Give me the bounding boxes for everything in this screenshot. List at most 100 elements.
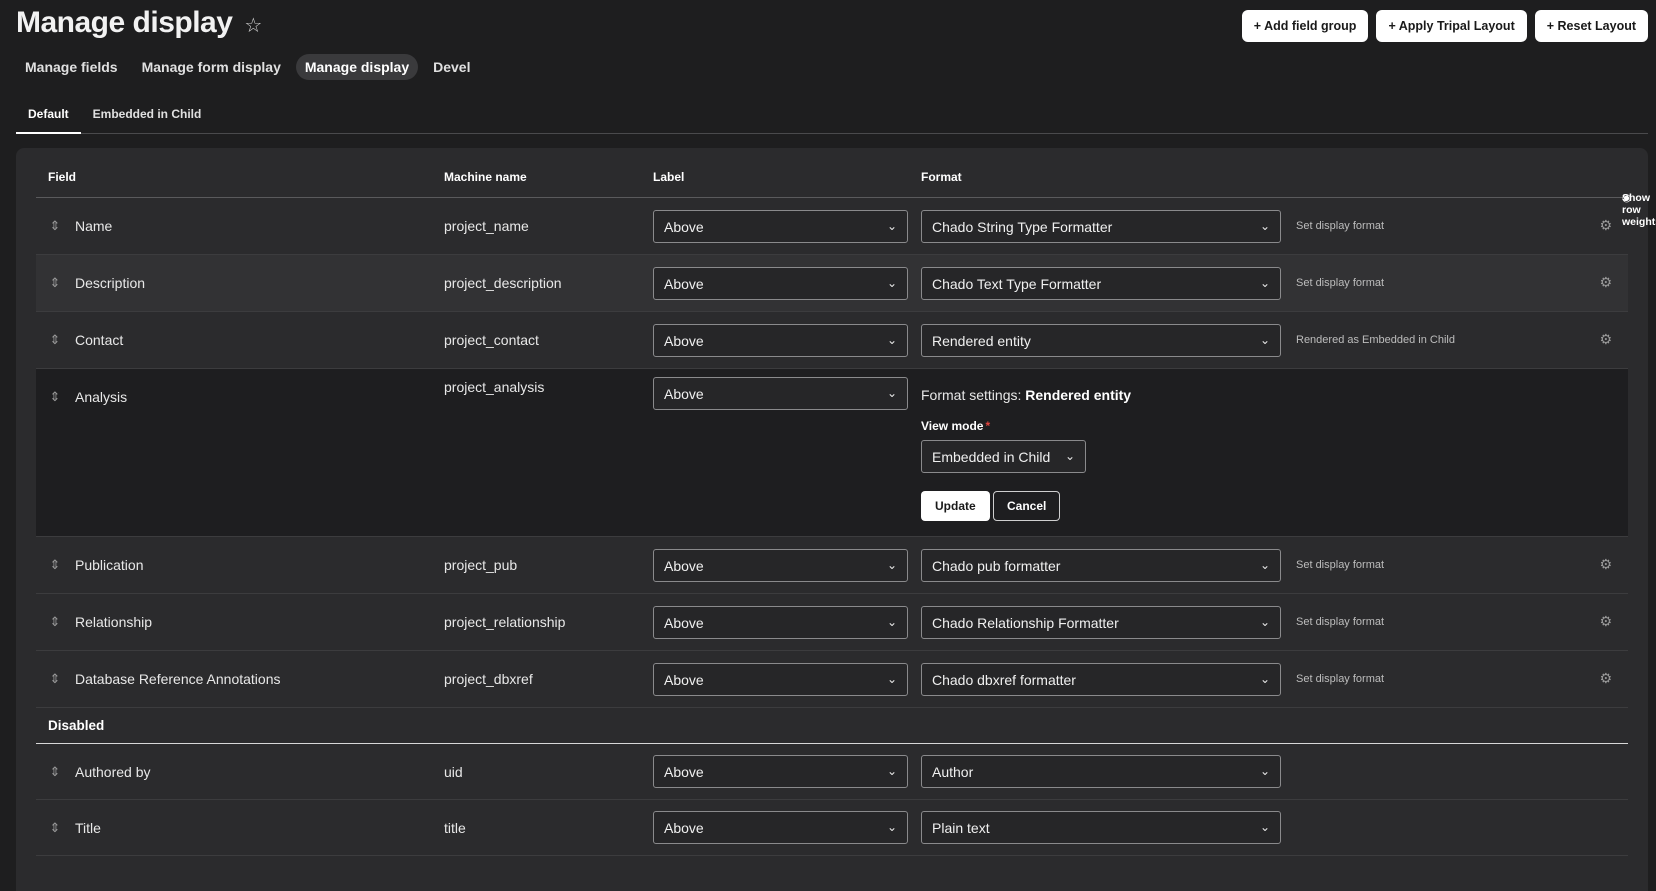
label-select[interactable]: Above ⌄ [653, 267, 908, 300]
table-row: ⇕ Contact project_contact Above ⌄ Rendere… [36, 312, 1628, 369]
format-select-value: Chado pub formatter [932, 557, 1061, 574]
drag-handle-icon[interactable]: ⇕ [48, 821, 62, 835]
label-select[interactable]: Above ⌄ [653, 210, 908, 243]
label-select-value: Above [664, 614, 704, 631]
chevron-down-icon: ⌄ [886, 386, 897, 400]
disabled-region-title: Disabled [48, 718, 105, 733]
chevron-down-icon: ⌄ [886, 672, 897, 686]
chevron-down-icon: ⌄ [886, 820, 897, 834]
format-settings-formatter: Rendered entity [1025, 387, 1132, 403]
machine-name: project_pub [444, 557, 518, 573]
star-icon[interactable]: ☆ [244, 13, 262, 38]
label-select[interactable]: Above ⌄ [653, 549, 908, 582]
format-select[interactable]: Author ⌄ [921, 755, 1281, 788]
table-row: ⇕ Relationship project_relationship Abov… [36, 594, 1628, 651]
format-settings-title: Format settings: Rendered entity [921, 387, 1131, 403]
table-row: ⇕ Database Reference Annotations project… [36, 651, 1628, 708]
view-mode-label-text: View mode [921, 419, 984, 433]
drag-handle-icon[interactable]: ⇕ [48, 558, 62, 572]
header-field: Field [48, 170, 77, 184]
drag-handle-icon[interactable]: ⇕ [48, 333, 62, 347]
fields-table: Field Machine name Label Format ◉ Show r… [36, 148, 1656, 856]
drag-handle-icon[interactable]: ⇕ [48, 219, 62, 233]
gear-icon[interactable]: ⚙ [1599, 331, 1612, 348]
label-select-value: Above [664, 763, 704, 780]
table-row: ⇕ Publication project_pub Above ⌄ Chado p… [36, 537, 1628, 594]
machine-name: project_name [444, 218, 529, 234]
tab-default[interactable]: Default [16, 96, 81, 134]
machine-name: project_analysis [444, 379, 545, 395]
format-settings-prefix: Format settings: [921, 387, 1022, 403]
drag-handle-icon[interactable]: ⇕ [48, 765, 62, 779]
drag-handle-icon[interactable]: ⇕ [48, 672, 62, 686]
format-select[interactable]: Plain text ⌄ [921, 811, 1281, 844]
label-select[interactable]: Above ⌄ [653, 324, 908, 357]
tab-embedded-in-child[interactable]: Embedded in Child [81, 96, 214, 134]
format-select[interactable]: Chado String Type Formatter ⌄ [921, 210, 1281, 243]
table-header: Field Machine name Label Format ◉ Show r… [36, 148, 1656, 228]
gear-icon[interactable]: ⚙ [1599, 670, 1612, 687]
table-row: ⇕ Name project_name Above ⌄ Chado String … [36, 198, 1628, 255]
label-select[interactable]: Above ⌄ [653, 755, 908, 788]
chevron-down-icon: ⌄ [1259, 672, 1270, 686]
format-select-value: Rendered entity [932, 332, 1031, 349]
table-row: ⇕ Title title Above ⌄ Plain text ⌄ [36, 800, 1628, 856]
add-field-group-button[interactable]: + Add field group [1241, 10, 1369, 42]
label-select[interactable]: Above ⌄ [653, 811, 908, 844]
label-select[interactable]: Above ⌄ [653, 377, 908, 410]
format-summary: Set display format [1296, 673, 1385, 685]
chevron-down-icon: ⌄ [886, 333, 897, 347]
format-select[interactable]: Chado pub formatter ⌄ [921, 549, 1281, 582]
chevron-down-icon: ⌄ [1259, 764, 1270, 778]
machine-name: project_relationship [444, 614, 566, 630]
format-select[interactable]: Chado Text Type Formatter ⌄ [921, 267, 1281, 300]
format-select[interactable]: Chado Relationship Formatter ⌄ [921, 606, 1281, 639]
primary-tabs: Manage fields Manage form display Manage… [16, 54, 479, 80]
secondary-tabs: Default Embedded in Child [16, 96, 1648, 134]
cancel-button[interactable]: Cancel [993, 491, 1061, 521]
format-select-value: Chado Text Type Formatter [932, 275, 1102, 292]
format-summary: Set display format [1296, 559, 1385, 571]
field-name: Description [75, 275, 146, 291]
machine-name: uid [444, 764, 463, 780]
label-select-value: Above [664, 557, 704, 574]
gear-icon[interactable]: ⚙ [1599, 613, 1612, 630]
drag-handle-icon[interactable]: ⇕ [48, 390, 62, 404]
view-mode-select[interactable]: Embedded in Child ⌄ [921, 440, 1086, 473]
display-panel: Field Machine name Label Format ◉ Show r… [16, 148, 1656, 891]
chevron-down-icon: ⌄ [886, 219, 897, 233]
tab-manage-display[interactable]: Manage display [295, 54, 419, 80]
chevron-down-icon: ⌄ [886, 276, 897, 290]
reset-layout-button[interactable]: + Reset Layout [1534, 10, 1648, 42]
tab-manage-fields[interactable]: Manage fields [16, 54, 127, 80]
gear-icon[interactable]: ⚙ [1599, 556, 1612, 573]
label-select[interactable]: Above ⌄ [653, 663, 908, 696]
chevron-down-icon: ⌄ [1064, 449, 1075, 463]
format-select[interactable]: Rendered entity ⌄ [921, 324, 1281, 357]
tab-devel[interactable]: Devel [424, 54, 479, 80]
chevron-down-icon: ⌄ [1259, 820, 1270, 834]
label-select-value: Above [664, 819, 704, 836]
format-select-value: Author [932, 763, 974, 780]
gear-icon[interactable]: ⚙ [1599, 274, 1612, 291]
header-format: Format [921, 170, 962, 184]
gear-icon[interactable]: ⚙ [1599, 217, 1612, 234]
header-label: Label [653, 170, 685, 184]
disabled-region-header: Disabled [36, 708, 1628, 744]
machine-name: project_contact [444, 332, 539, 348]
header-actions: + Add field group + Apply Tripal Layout … [1241, 10, 1648, 42]
machine-name: project_description [444, 275, 562, 291]
update-button[interactable]: Update [921, 491, 990, 521]
label-select[interactable]: Above ⌄ [653, 606, 908, 639]
view-mode-value: Embedded in Child [932, 448, 1051, 465]
drag-handle-icon[interactable]: ⇕ [48, 615, 62, 629]
chevron-down-icon: ⌄ [1259, 219, 1270, 233]
field-name: Contact [75, 332, 124, 348]
field-name: Name [75, 218, 113, 234]
machine-name: title [444, 820, 466, 836]
tab-manage-form-display[interactable]: Manage form display [133, 54, 290, 80]
apply-tripal-layout-button[interactable]: + Apply Tripal Layout [1376, 10, 1527, 42]
format-select[interactable]: Chado dbxref formatter ⌄ [921, 663, 1281, 696]
required-marker: * [985, 419, 991, 433]
drag-handle-icon[interactable]: ⇕ [48, 276, 62, 290]
